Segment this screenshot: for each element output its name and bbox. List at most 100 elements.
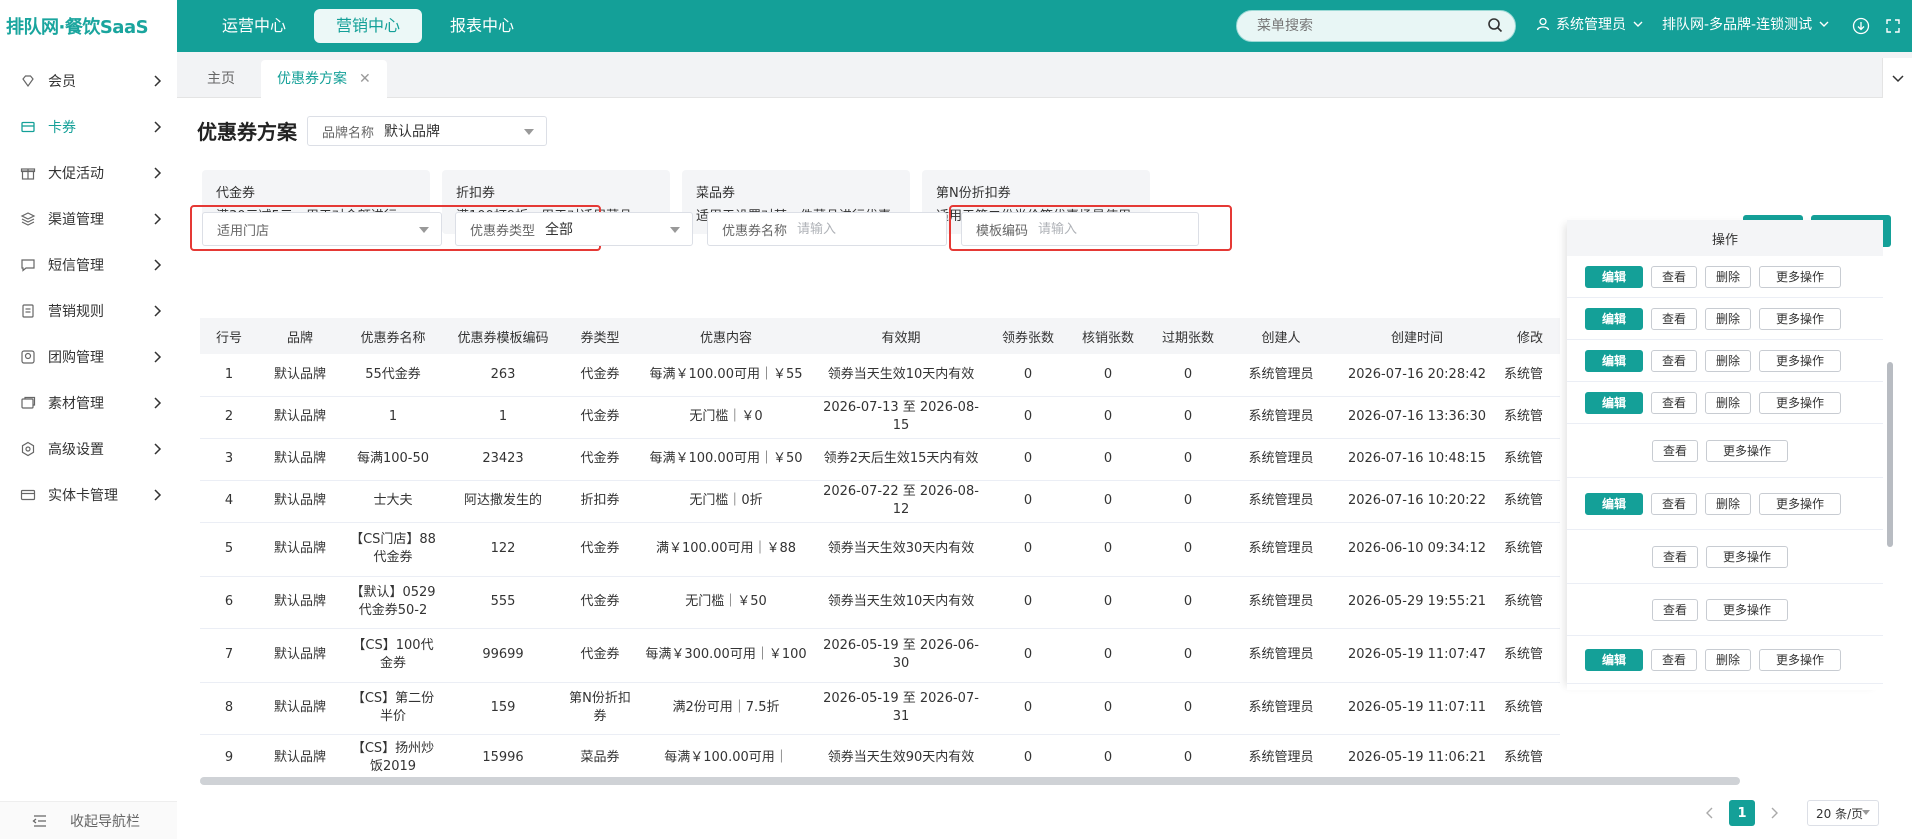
horizontal-scrollbar[interactable] [200, 777, 1740, 785]
more-actions-button[interactable]: 更多操作 [1759, 648, 1841, 671]
cell-brand: 默认品牌 [258, 522, 342, 577]
sidebar-item-rules[interactable]: 营销规则 [0, 288, 177, 334]
col-header: 优惠券模板编码 [444, 318, 562, 354]
cell-mod: 系统管 [1500, 522, 1560, 577]
cell-name: 士大夫 [342, 480, 444, 523]
op-row: 编辑 查看 删除 更多操作 [1567, 256, 1883, 298]
sidebar-item-material[interactable]: 素材管理 [0, 380, 177, 426]
sidebar-item-promotion[interactable]: 大促活动 [0, 150, 177, 196]
view-button[interactable]: 查看 [1651, 648, 1697, 671]
store-select[interactable]: 适用门店 [202, 212, 442, 246]
download-icon[interactable] [1852, 17, 1870, 35]
delete-button[interactable]: 删除 [1705, 648, 1751, 671]
vertical-scrollbar[interactable] [1887, 362, 1893, 547]
col-header: 券类型 [562, 318, 638, 354]
tab-coupon-plan[interactable]: 优惠券方案 ✕ [261, 60, 387, 98]
coupon-type-value: 全部 [545, 222, 574, 238]
op-row: 编辑 查看 删除 更多操作 [1567, 478, 1883, 530]
view-button[interactable]: 查看 [1652, 545, 1698, 568]
sidebar-item-advanced[interactable]: 高级设置 [0, 426, 177, 472]
cell-creator: 系统管理员 [1228, 682, 1334, 735]
cell-code: 阿达撒发生的 [444, 480, 562, 523]
sidebar-item-channel[interactable]: 渠道管理 [0, 196, 177, 242]
edit-button[interactable]: 编辑 [1585, 349, 1643, 372]
delete-button[interactable]: 删除 [1705, 265, 1751, 288]
more-actions-button[interactable]: 更多操作 [1706, 439, 1788, 462]
cell-name: 【CS】第二份半价 [342, 682, 444, 735]
card-icon [20, 489, 36, 501]
cell-valid: 2026-07-13 至 2026-08-15 [814, 396, 988, 439]
cell-expired: 0 [1148, 354, 1228, 397]
cell-code: 555 [444, 576, 562, 629]
coupon-type-select[interactable]: 优惠券类型 全部 [455, 212, 693, 246]
view-button[interactable]: 查看 [1651, 391, 1697, 414]
page-number[interactable]: 1 [1729, 800, 1755, 826]
cell-name: 【CS】扬州炒饭2019 [342, 734, 444, 783]
col-header: 领券张数 [988, 318, 1068, 354]
sidebar-item-member[interactable]: 会员 [0, 58, 177, 104]
brand-switcher[interactable]: 排队网-多品牌-连锁测试 [1662, 14, 1830, 34]
card-title: 折扣券 [456, 186, 496, 201]
chevron-right-icon [154, 75, 162, 87]
edit-button[interactable]: 编辑 [1585, 307, 1643, 330]
chevron-down-icon [1891, 75, 1904, 83]
fullscreen-icon[interactable] [1884, 17, 1902, 35]
edit-button[interactable]: 编辑 [1585, 391, 1643, 414]
coupon-name-input[interactable] [797, 221, 918, 237]
cell-content: 满2份可用｜7.5折 [638, 682, 814, 735]
tabs-dropdown[interactable] [1882, 58, 1912, 98]
close-icon[interactable]: ✕ [359, 71, 371, 87]
edit-button[interactable]: 编辑 [1585, 492, 1643, 515]
prev-page-button[interactable] [1697, 800, 1723, 826]
cell-valid: 2026-05-19 至 2026-07-31 [814, 682, 988, 735]
edit-button[interactable]: 编辑 [1585, 648, 1643, 671]
more-actions-button[interactable]: 更多操作 [1706, 545, 1788, 568]
more-actions-button[interactable]: 更多操作 [1759, 307, 1841, 330]
op-header: 操作 [1567, 220, 1883, 256]
sidebar-item-label: 素材管理 [48, 396, 104, 412]
top-nav: 运营中心 营销中心 报表中心 [200, 9, 536, 43]
cell-name: 1 [342, 396, 444, 439]
more-actions-button[interactable]: 更多操作 [1759, 391, 1841, 414]
view-button[interactable]: 查看 [1652, 439, 1698, 462]
delete-button[interactable]: 删除 [1705, 391, 1751, 414]
user-menu[interactable]: 系统管理员 [1536, 14, 1644, 34]
more-actions-button[interactable]: 更多操作 [1759, 492, 1841, 515]
nav-operations[interactable]: 运营中心 [200, 9, 308, 43]
op-row: 查看 更多操作 [1567, 530, 1883, 584]
sidebar-item-sms[interactable]: 短信管理 [0, 242, 177, 288]
next-page-button[interactable] [1761, 800, 1787, 826]
search-icon[interactable] [1487, 17, 1503, 33]
sidebar-item-groupbuy[interactable]: 团购管理 [0, 334, 177, 380]
view-button[interactable]: 查看 [1651, 307, 1697, 330]
sidebar-item-physical-card[interactable]: 实体卡管理 [0, 472, 177, 518]
more-actions-button[interactable]: 更多操作 [1706, 598, 1788, 621]
collapse-nav-button[interactable]: 收起导航栏 [0, 801, 177, 839]
sidebar-item-label: 渠道管理 [48, 212, 104, 228]
operations-column: 操作 编辑 查看 删除 更多操作 编辑 查看 删除 更多操作 编辑 查看 删除 更多操作 编辑 查看 删除更… [1567, 220, 1883, 690]
nav-marketing[interactable]: 营销中心 [314, 9, 423, 43]
sidebar-item-coupon[interactable]: 卡券 [0, 104, 177, 150]
template-code-input[interactable] [1038, 221, 1159, 237]
nav-reports[interactable]: 报表中心 [428, 9, 536, 43]
tab-home[interactable]: 主页 [191, 60, 251, 98]
cell-used: 0 [1068, 354, 1148, 397]
cell-used: 0 [1068, 576, 1148, 629]
view-button[interactable]: 查看 [1651, 492, 1697, 515]
more-actions-button[interactable]: 更多操作 [1759, 265, 1841, 288]
page-size-select[interactable]: 20 条/页 [1807, 800, 1879, 826]
view-button[interactable]: 查看 [1651, 265, 1697, 288]
delete-button[interactable]: 删除 [1705, 307, 1751, 330]
view-button[interactable]: 查看 [1651, 349, 1697, 372]
cell-code: 263 [444, 354, 562, 397]
delete-button[interactable]: 删除 [1705, 349, 1751, 372]
cell-mod: 系统管 [1500, 628, 1560, 683]
cell-type: 第N份折扣券 [562, 682, 638, 735]
more-actions-button[interactable]: 更多操作 [1759, 349, 1841, 372]
gift-icon [20, 168, 36, 180]
menu-search-input[interactable] [1257, 18, 1477, 34]
edit-button[interactable]: 编辑 [1585, 265, 1643, 288]
brand-select[interactable]: 品牌名称 默认品牌 [307, 116, 547, 146]
view-button[interactable]: 查看 [1652, 598, 1698, 621]
delete-button[interactable]: 删除 [1705, 492, 1751, 515]
